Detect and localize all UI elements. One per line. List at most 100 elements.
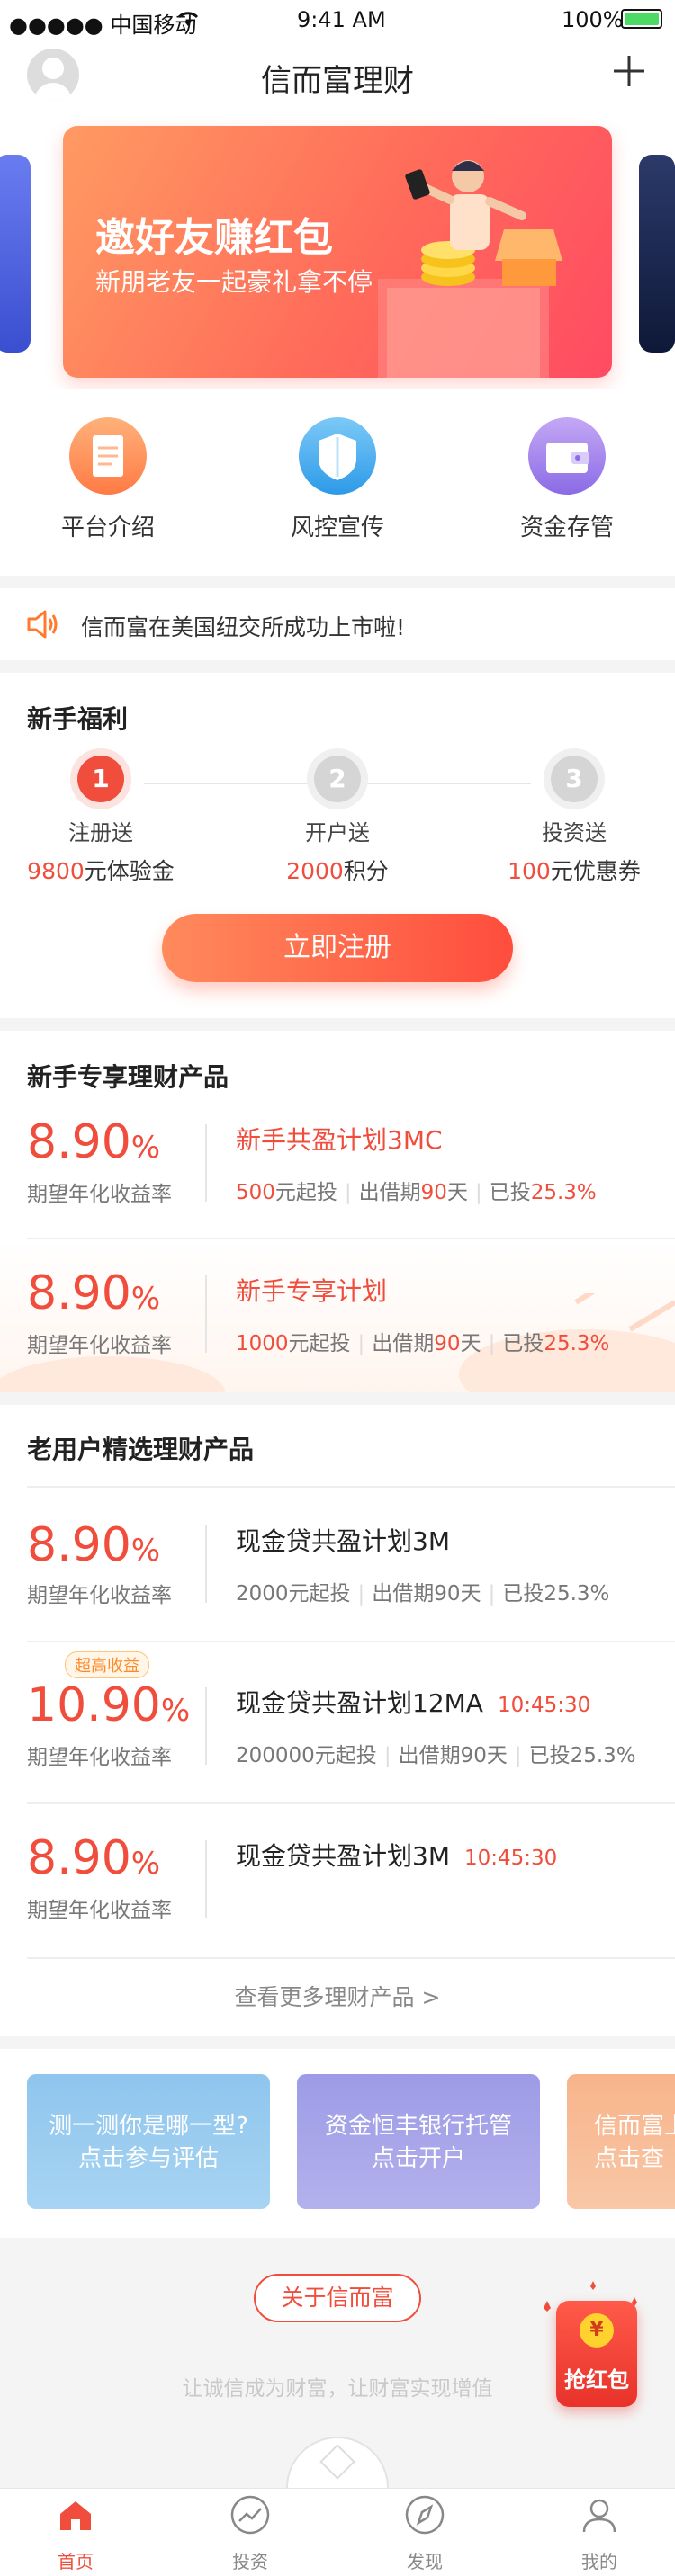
promo-line: 点击参与评估	[77, 2145, 219, 2172]
more-products-link[interactable]: 查看更多理财产品 >	[0, 1959, 675, 2036]
step-name: 注册送	[68, 820, 133, 845]
product-divider	[205, 1525, 207, 1603]
notice-bar[interactable]: 信而富在美国纽交所成功上市啦!	[0, 588, 675, 660]
promo-line: 点击查	[594, 2145, 665, 2172]
quick-link-label: 风控宣传	[290, 514, 384, 541]
red-packet-label: 抢红包	[564, 2367, 629, 2393]
promo-line: 资金恒丰银行托管	[324, 2113, 512, 2140]
product-divider	[205, 1840, 207, 1918]
rate-label: 期望年化收益率	[27, 1746, 172, 1769]
divider	[0, 576, 675, 588]
rate-label: 期望年化收益率	[27, 1899, 172, 1922]
product-divider	[205, 1124, 207, 1202]
product-name: 新手专享计划	[236, 1276, 388, 1306]
red-packet-float[interactable]: ¥ 抢红包	[538, 2277, 646, 2412]
banner-invite[interactable]: 邀好友赚红包 新朋老友一起豪礼拿不停	[63, 126, 612, 378]
divider	[0, 1392, 675, 1405]
promo-line: 点击开户	[371, 2145, 465, 2172]
old-products-title: 老用户精选理财产品	[27, 1435, 255, 1464]
promo-line: 测一测你是哪一型?	[49, 2113, 248, 2140]
product-meta: 500元起投 | 出借期90天 | 已投25.3%	[236, 1181, 597, 1204]
product-card[interactable]: 8.90% 期望年化收益率 现金贷共盈计划3M 2000元起投 | 出借期90天 | 已…	[0, 1488, 675, 1641]
battery-icon	[621, 9, 662, 29]
step-number: 2	[314, 756, 361, 802]
step-reward: 100元优惠券	[508, 858, 641, 884]
shield-icon	[299, 417, 376, 495]
tab-label: 投资	[232, 2551, 268, 2572]
countdown-time: 10:45:30	[497, 1694, 591, 1717]
step-name: 投资送	[542, 820, 607, 845]
product-rate: 8.90%	[27, 1831, 161, 1885]
divider	[0, 1018, 675, 1031]
carrier: ●●●●● 中国移动	[9, 13, 197, 38]
product-meta: 2000元起投 | 出借期90天 | 已投25.3%	[236, 1582, 610, 1606]
quick-link-risk[interactable]: 风控宣传	[248, 417, 428, 552]
tab-label: 首页	[58, 2551, 94, 2572]
badge-high-yield: 超高收益	[65, 1651, 149, 1678]
coin-icon: ¥	[580, 2313, 614, 2348]
product-meta: 200000元起投 | 出借期90天 | 已投25.3%	[236, 1744, 636, 1767]
about-button[interactable]: 关于信而富	[254, 2274, 421, 2322]
product-name: 新手共盈计划3MC	[236, 1125, 443, 1155]
promo-card-custody[interactable]: 资金恒丰银行托管 点击开户	[297, 2074, 540, 2209]
product-rate: 8.90%	[27, 1518, 161, 1572]
product-name: 现金贷共盈计划12MA 10:45:30	[236, 1688, 591, 1718]
step-invest: 3 投资送 100元优惠券	[484, 756, 664, 886]
status-bar: ●●●●● 中国移动 9:41 AM 100%	[0, 0, 675, 40]
step-reward: 9800元体验金	[27, 858, 175, 884]
banner-illustration	[378, 160, 562, 378]
quick-link-label: 平台介绍	[60, 514, 155, 541]
product-name: 现金贷共盈计划3M 10:45:30	[236, 1841, 558, 1871]
step-reward: 2000积分	[286, 858, 389, 884]
page-title: 信而富理财	[261, 63, 414, 99]
tab-home[interactable]: 首页	[22, 2494, 130, 2573]
quick-link-platform[interactable]: 平台介绍	[18, 417, 198, 552]
wallet-icon	[528, 417, 606, 495]
wifi-icon	[177, 12, 199, 26]
divider	[0, 660, 675, 673]
compass-icon	[405, 2495, 445, 2535]
chart-icon	[230, 2495, 270, 2535]
tab-discover[interactable]: 发现	[371, 2494, 479, 2573]
promo-card-quiz[interactable]: 测一测你是哪一型? 点击参与评估	[27, 2074, 270, 2209]
step-number: 3	[551, 756, 598, 802]
product-divider	[205, 1275, 207, 1353]
newbie-products-title: 新手专享理财产品	[27, 1062, 230, 1092]
quick-link-label: 资金存管	[519, 514, 614, 541]
product-rate: 8.90%	[27, 1115, 161, 1169]
tab-label: 发现	[407, 2551, 443, 2572]
clock: 9:41 AM	[297, 7, 386, 32]
product-rate: 10.90%	[27, 1678, 191, 1732]
product-divider	[205, 1687, 207, 1765]
step-open-account: 2 开户送 2000积分	[248, 756, 428, 886]
logo-mark	[286, 2437, 389, 2488]
product-rate: 8.90%	[27, 1266, 161, 1320]
register-button[interactable]: 立即注册	[162, 914, 513, 982]
home-icon	[60, 2501, 91, 2530]
banner-subtitle: 新朋老友一起豪礼拿不停	[95, 267, 374, 297]
countdown-time: 10:45:30	[464, 1847, 558, 1870]
product-name: 现金贷共盈计划3M	[236, 1526, 450, 1556]
quick-link-custody[interactable]: 资金存管	[477, 417, 657, 552]
divider	[0, 2036, 675, 2049]
battery-percent: 100%	[562, 7, 624, 32]
product-card[interactable]: 超高收益 10.90% 期望年化收益率 现金贷共盈计划12MA 10:45:30 …	[0, 1642, 675, 1802]
banner-carousel[interactable]: 邀好友赚红包 新朋老友一起豪礼拿不停	[0, 119, 675, 389]
product-card[interactable]: 8.90% 期望年化收益率 新手专享计划 1000元起投 | 出借期90天 | 已投25…	[0, 1239, 675, 1392]
product-card[interactable]: 8.90% 期望年化收益率 现金贷共盈计划3M 10:45:30	[0, 1804, 675, 1957]
plus-icon[interactable]	[610, 52, 648, 90]
product-meta: 1000元起投 | 出借期90天 | 已投25.3%	[236, 1332, 610, 1355]
tab-label: 我的	[581, 2551, 617, 2572]
tab-invest[interactable]: 投资	[196, 2494, 304, 2573]
red-packet-body: ¥ 抢红包	[556, 2301, 637, 2407]
rate-label: 期望年化收益率	[27, 1183, 172, 1206]
tab-profile[interactable]: 我的	[545, 2494, 653, 2573]
step-number: 1	[77, 756, 124, 802]
promo-card-more[interactable]: 信而富上 点击查	[567, 2074, 675, 2209]
newbie-title: 新手福利	[27, 704, 129, 734]
banner-next-card[interactable]	[639, 155, 675, 353]
speaker-icon	[27, 610, 58, 639]
step-register: 1 注册送 9800元体验金	[11, 756, 191, 886]
product-card[interactable]: 8.90% 期望年化收益率 新手共盈计划3MC 500元起投 | 出借期90天 | 已投…	[0, 1106, 675, 1238]
banner-prev-card[interactable]	[0, 155, 31, 353]
